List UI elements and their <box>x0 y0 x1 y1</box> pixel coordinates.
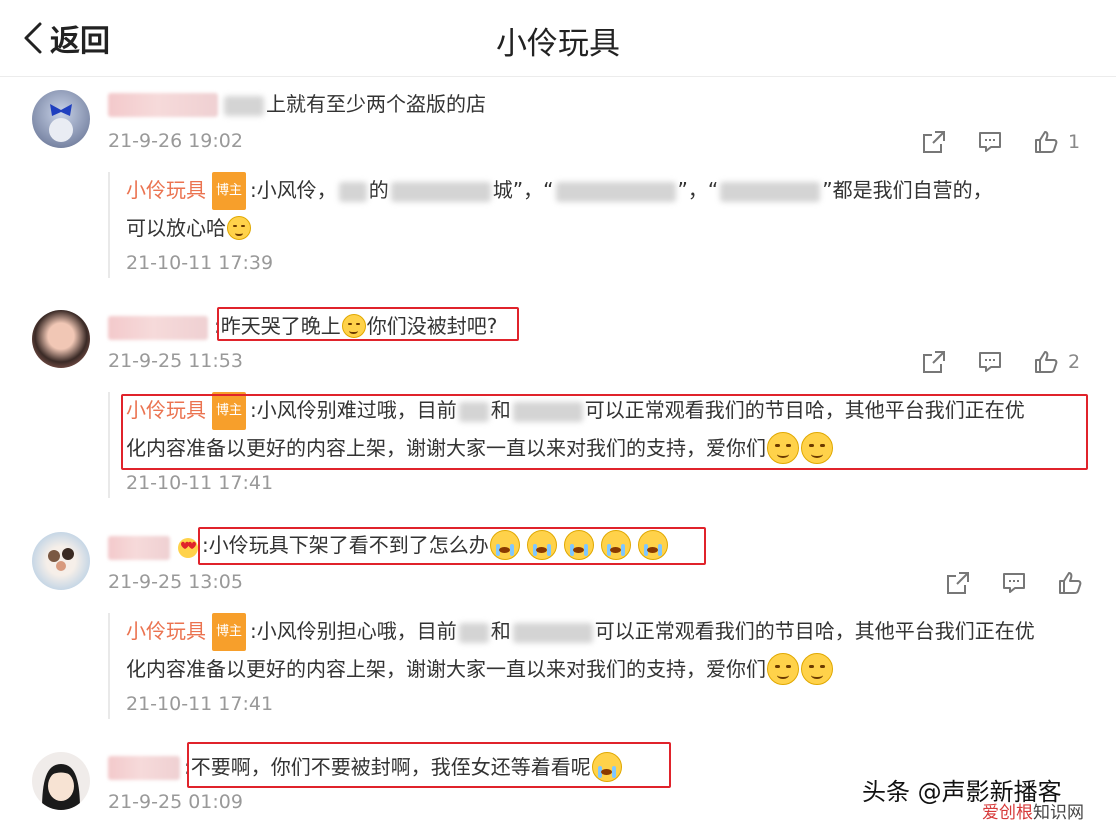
avatar[interactable] <box>32 532 90 590</box>
crying-emoji-icon <box>591 752 622 782</box>
crying-emoji-icon <box>637 530 668 560</box>
comment-text: :小伶玩具下架了看不到了怎么办 <box>202 530 674 560</box>
reply-time: 21-10-11 17:39 <box>126 252 274 274</box>
smile-emoji-icon <box>801 432 833 464</box>
share-icon[interactable] <box>920 128 948 156</box>
smile-emoji-icon <box>341 314 366 338</box>
comment-actions <box>944 569 1084 597</box>
share-icon[interactable] <box>944 569 972 597</box>
like-count: 1 <box>1068 131 1081 153</box>
smile-emoji-icon <box>801 653 833 685</box>
like-count: 2 <box>1068 351 1081 373</box>
username-blurred[interactable] <box>108 93 218 117</box>
comment-time: 21-9-25 13:05 <box>108 571 243 593</box>
avatar[interactable] <box>32 310 90 368</box>
comment-text: :昨天哭了晚上 你们没被封吧? <box>214 314 498 338</box>
hug-emoji-icon <box>767 432 799 464</box>
author-reply: 小伶玩具 博主:小风伶别难过哦，目前和可以正常观看我们的节目哈，其他平台我们正在优… <box>108 392 1090 498</box>
reply-time: 21-10-11 17:41 <box>126 693 274 715</box>
like-icon[interactable] <box>1032 128 1060 156</box>
comment-text: 上就有至少两个盗版的店 <box>222 90 486 118</box>
author-reply: 小伶玩具 博主:小风伶别担心哦，目前和可以正常观看我们的节目哈，其他平台我们正在优… <box>108 613 1090 719</box>
heart-eyes-emoji-icon <box>176 536 200 562</box>
comment-actions: 2 <box>920 348 1080 376</box>
reply-text: 小伶玩具 博主:小风伶别难过哦，目前和可以正常观看我们的节目哈，其他平台我们正在优… <box>126 392 1086 466</box>
top-bar: 返回 小伶玩具 <box>0 0 1116 77</box>
username-blurred[interactable] <box>108 536 170 560</box>
comment-time: 21-9-25 11:53 <box>108 350 243 372</box>
like-icon[interactable] <box>1056 569 1084 597</box>
comment-text: :不要啊，你们不要被封啊，我侄女还等着看呢 <box>184 752 628 782</box>
blogger-badge: 博主 <box>212 172 247 210</box>
username-blurred[interactable] <box>108 756 180 780</box>
crying-emoji-icon <box>489 530 520 560</box>
comment-time: 21-9-25 01:09 <box>108 791 243 813</box>
page-title: 小伶玩具 <box>496 26 620 62</box>
reply-time: 21-10-11 17:41 <box>126 472 274 494</box>
comment-time: 21-9-26 19:02 <box>108 130 243 152</box>
blogger-badge: 博主 <box>212 613 247 651</box>
smile-emoji-icon <box>227 216 251 240</box>
crying-emoji-icon <box>526 530 557 560</box>
crying-emoji-icon <box>563 530 594 560</box>
avatar[interactable] <box>32 90 90 148</box>
comment-icon[interactable] <box>976 348 1004 376</box>
comment-icon[interactable] <box>976 128 1004 156</box>
reply-author-name[interactable]: 小伶玩具 <box>126 398 206 422</box>
author-reply: 小伶玩具 博主:小风伶，的城”，“ ”，“ ”都是我们自营的， 可以放心哈 21-10… <box>108 172 1090 278</box>
watermark-sub: 爱创根知识网 <box>982 803 1084 823</box>
comment-icon[interactable] <box>1000 569 1028 597</box>
reply-author-name[interactable]: 小伶玩具 <box>126 178 206 202</box>
crying-emoji-icon <box>600 530 631 560</box>
reply-text: 小伶玩具 博主:小风伶，的城”，“ ”，“ ”都是我们自营的， 可以放心哈 <box>126 172 1086 246</box>
like-icon[interactable] <box>1032 348 1060 376</box>
share-icon[interactable] <box>920 348 948 376</box>
reply-text: 小伶玩具 博主:小风伶别担心哦，目前和可以正常观看我们的节目哈，其他平台我们正在优… <box>126 613 1086 687</box>
avatar[interactable] <box>32 752 90 810</box>
blogger-badge: 博主 <box>212 392 247 430</box>
hug-emoji-icon <box>767 653 799 685</box>
comment-actions: 1 <box>920 128 1080 156</box>
reply-author-name[interactable]: 小伶玩具 <box>126 619 206 643</box>
username-blurred[interactable] <box>108 316 208 340</box>
